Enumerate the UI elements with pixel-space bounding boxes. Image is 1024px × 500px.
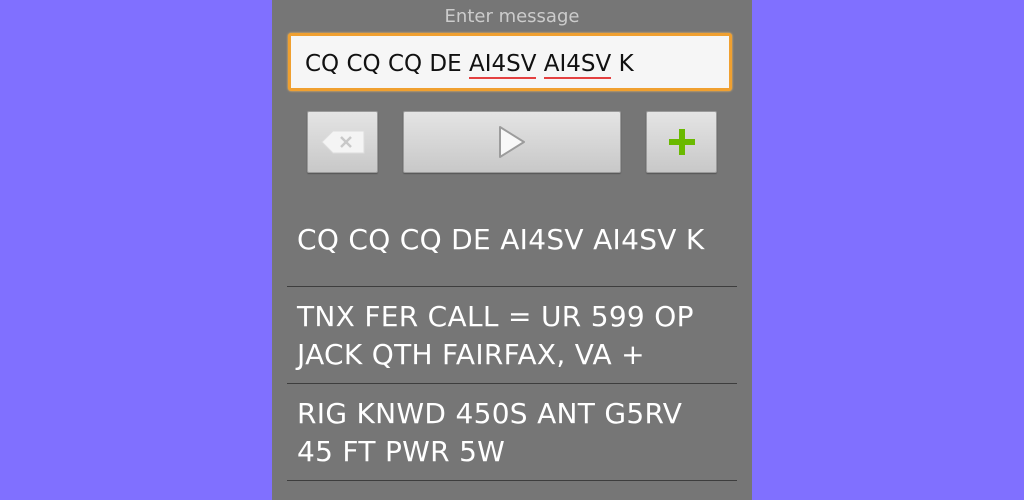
play-button[interactable] [403,111,621,173]
list-item[interactable]: TNX FER CALL = UR 599 OP JACK QTH FAIRFA… [287,287,737,384]
message-input[interactable]: CQ CQ CQ DE AI4SV AI4SV K [288,33,732,91]
backspace-icon [320,130,364,154]
input-text-part: K [611,51,634,77]
message-line: TNX FER CALL = UR 599 OP [297,300,694,333]
plus-icon [668,129,695,155]
list-item[interactable]: RIG KNWD 450S ANT G5RV 45 FT PWR 5W [287,384,737,481]
add-button[interactable] [646,111,717,173]
message-line: CQ CQ CQ DE AI4SV AI4SV K [297,223,705,256]
play-icon [499,126,525,158]
message-text: CQ CQ CQ DE AI4SV AI4SV K [297,221,705,259]
message-line: 45 FT PWR 5W [297,435,506,468]
list-item[interactable]: CQ CQ CQ DE AI4SV AI4SV K [287,200,737,287]
message-text: RIG KNWD 450S ANT G5RV 45 FT PWR 5W [297,395,682,471]
message-line: RIG KNWD 450S ANT G5RV [297,397,683,430]
input-text-part: CQ CQ CQ DE [305,51,469,77]
message-text: TNX FER CALL = UR 599 OP JACK QTH FAIRFA… [297,298,694,374]
app-panel: Enter message CQ CQ CQ DE AI4SV AI4SV K … [272,0,752,500]
message-input-text: CQ CQ CQ DE AI4SV AI4SV K [305,50,634,79]
misspelled-word: AI4SV [468,51,537,79]
input-text-part [536,51,543,77]
misspelled-word: AI4SV [543,51,612,79]
message-line: JACK QTH FAIRFAX, VA + [297,338,645,371]
delete-button[interactable] [307,111,378,173]
input-hint: Enter message [444,6,580,27]
